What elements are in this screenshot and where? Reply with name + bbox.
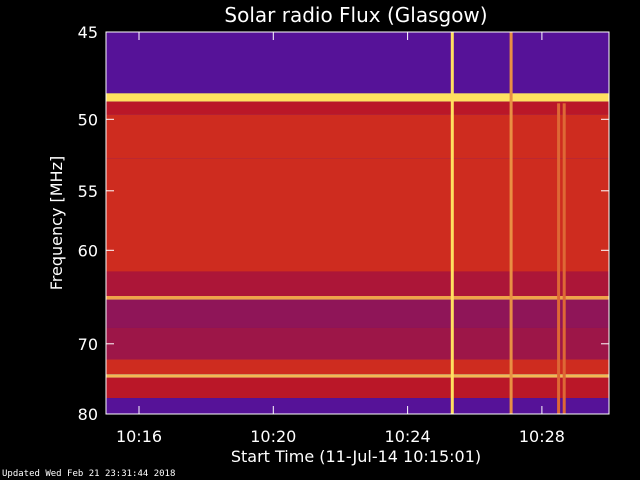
- spectrogram-band-9: [106, 359, 609, 375]
- y-tick-label-4: 70: [78, 335, 98, 354]
- spectrogram-band-2: [106, 101, 609, 115]
- spectrogram-band-7: [106, 299, 609, 328]
- x-tick-label-0: 10:16: [116, 427, 162, 446]
- spectrogram-chart: Solar radio Flux (Glasgow) 455055607080 …: [47, 3, 610, 466]
- x-tick-label-1: 10:20: [250, 427, 296, 446]
- spectrogram-bands: [106, 32, 609, 414]
- spectrogram-band-1: [106, 93, 609, 102]
- spectrogram-band-11: [106, 377, 609, 399]
- y-tick-label-1: 50: [78, 110, 98, 129]
- spectrogram-band-12: [106, 398, 609, 414]
- spectrogram-band-4: [106, 158, 609, 272]
- spectrogram-band-5: [106, 271, 609, 296]
- spectrogram-burst-2: [557, 103, 561, 415]
- chart-title: Solar radio Flux (Glasgow): [224, 3, 487, 27]
- spectrogram-band-3: [106, 114, 609, 159]
- spectrogram-band-8: [106, 327, 609, 360]
- y-tick-label-0: 45: [78, 23, 98, 42]
- spectrogram-band-0: [106, 32, 609, 94]
- x-axis-label: Start Time (11-Jul-14 10:15:01): [231, 447, 481, 466]
- y-tick-label-5: 80: [78, 405, 98, 424]
- spectrogram-band-10: [106, 374, 609, 378]
- y-tick-label-2: 55: [78, 182, 98, 201]
- y-tick-label-3: 60: [78, 241, 98, 260]
- spectrogram-burst-1: [509, 32, 513, 414]
- spectrogram-burst-3: [562, 103, 566, 415]
- x-tick-label-3: 10:28: [519, 427, 565, 446]
- updated-timestamp: Updated Wed Feb 21 23:31:44 2018: [2, 469, 176, 479]
- x-tick-label-2: 10:24: [385, 427, 431, 446]
- spectrogram-burst-0: [450, 32, 454, 414]
- y-axis-label: Frequency [MHz]: [47, 156, 66, 290]
- spectrogram-band-6: [106, 296, 609, 300]
